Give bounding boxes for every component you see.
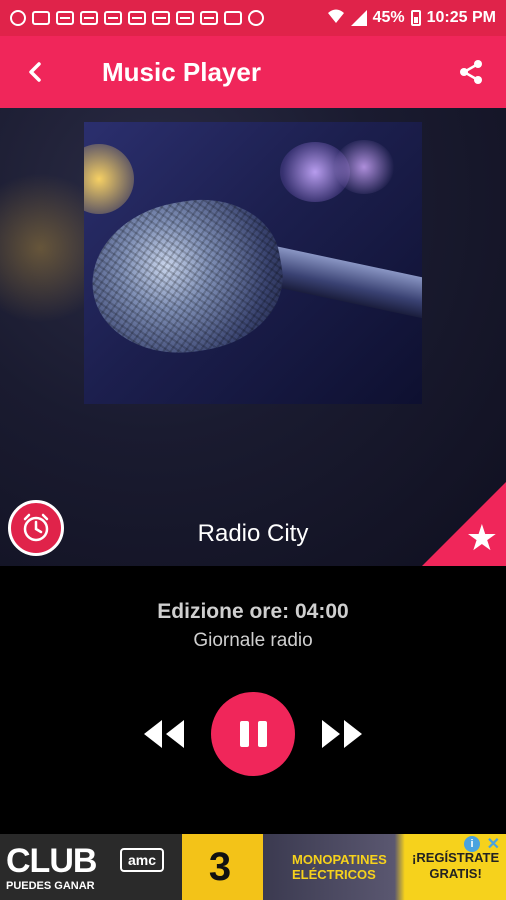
- radio-icon: [56, 11, 74, 25]
- radio-icon: [200, 11, 218, 25]
- ad-number: 3: [190, 837, 250, 897]
- ad-info-icon[interactable]: i: [464, 836, 480, 852]
- ad-tagline: PUEDES GANAR: [6, 880, 95, 892]
- ad-cta-line: GRATIS!: [429, 866, 482, 881]
- wifi-icon: [327, 8, 345, 29]
- page-title: Music Player: [102, 56, 261, 87]
- radio-icon: [128, 11, 146, 25]
- playback-controls: [0, 692, 506, 776]
- ad-product-line: ELÉCTRICOS: [292, 867, 376, 882]
- signal-icon: [350, 10, 367, 26]
- pause-icon: [239, 721, 249, 747]
- ad-cta[interactable]: ¡REGÍSTRATE GRATIS!: [412, 850, 499, 882]
- ad-banner[interactable]: CLUB PUEDES GANAR amc 3 MONOPATINES ELÉC…: [0, 834, 506, 900]
- album-art: [84, 122, 422, 404]
- shield-icon: [248, 10, 264, 26]
- radio-icon: [80, 11, 98, 25]
- system-status: 45% 10:25 PM: [327, 8, 496, 29]
- radio-icon: [152, 11, 170, 25]
- fast-forward-icon: [322, 720, 362, 748]
- bokeh-light: [84, 144, 134, 214]
- program-name: Giornale radio: [193, 630, 313, 651]
- fast-forward-button[interactable]: [318, 716, 366, 752]
- clock: 10:25 PM: [426, 9, 496, 26]
- pause-button[interactable]: [211, 692, 295, 776]
- file-icon: [32, 11, 50, 25]
- ad-product: MONOPATINES ELÉCTRICOS: [292, 852, 387, 882]
- radio-icon: [176, 11, 194, 25]
- back-button[interactable]: [0, 36, 70, 108]
- rewind-button[interactable]: [140, 716, 188, 752]
- radio-icon: [104, 11, 122, 25]
- battery-icon: [410, 10, 421, 26]
- ad-close-icon[interactable]: ✕: [487, 834, 500, 854]
- ad-product-line: MONOPATINES: [292, 852, 387, 867]
- rewind-icon: [144, 720, 184, 748]
- app-bar: Music Player: [0, 36, 506, 108]
- microphone-head: [84, 186, 294, 368]
- edition-time: Edizione ore: 04:00: [157, 600, 349, 623]
- ad-channel-logo: amc: [120, 848, 165, 872]
- share-icon: [460, 60, 482, 84]
- share-button[interactable]: [436, 36, 506, 108]
- image-icon: [224, 11, 242, 25]
- favorite-button[interactable]: ★: [466, 520, 498, 556]
- back-arrow-icon: [29, 62, 41, 82]
- bokeh-light: [334, 140, 394, 194]
- player-info: Edizione ore: 04:00 Giornale radio: [0, 566, 506, 836]
- messenger-icon: [10, 10, 26, 26]
- battery-percent: 45%: [372, 9, 405, 26]
- pause-icon: [257, 721, 267, 747]
- notification-icons: [10, 10, 264, 26]
- ad-brand: CLUB: [6, 842, 97, 880]
- now-playing-hero: Radio City ★: [0, 108, 506, 566]
- star-icon: ★: [465, 517, 498, 558]
- status-bar: 45% 10:25 PM: [0, 0, 506, 36]
